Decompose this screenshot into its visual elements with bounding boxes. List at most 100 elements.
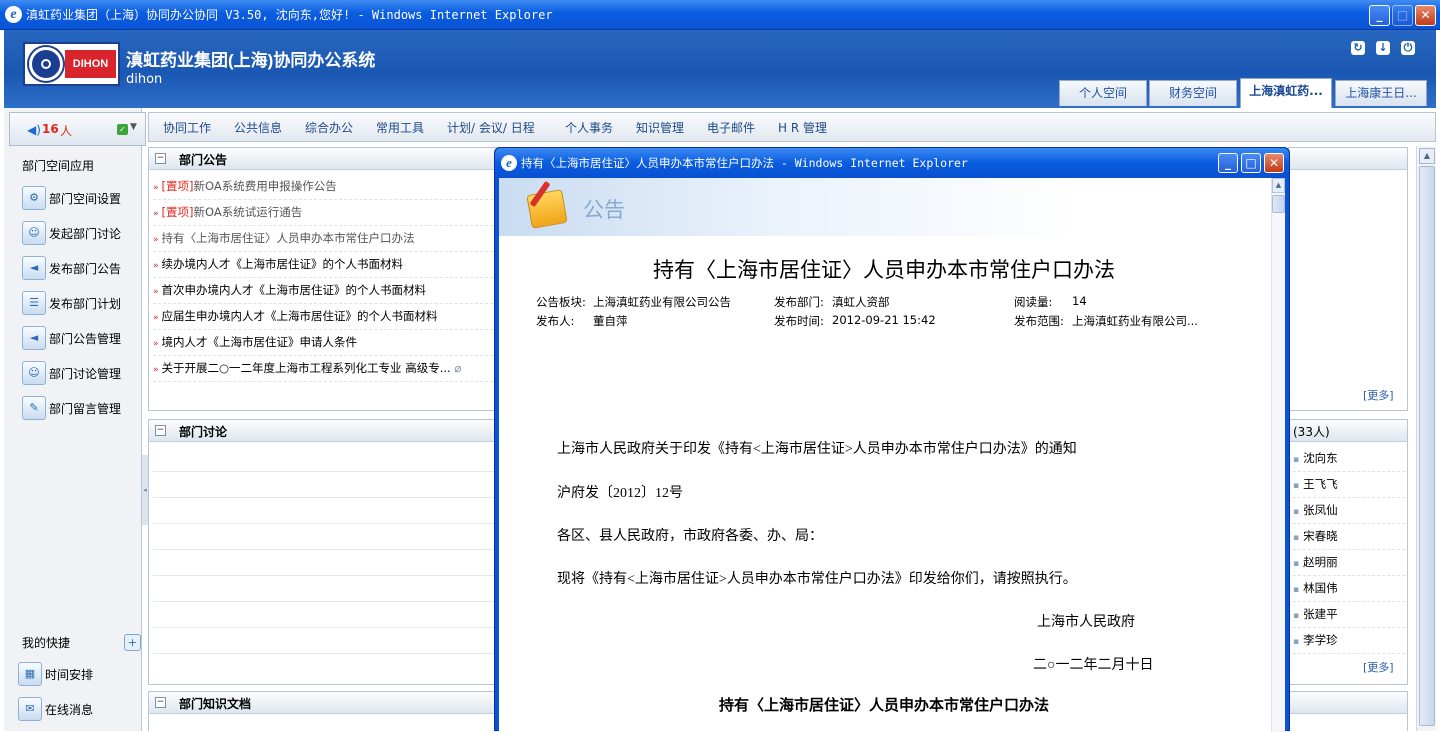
member-item[interactable]: ▪ 王飞飞 (1293, 472, 1405, 498)
collapse-icon[interactable]: − (155, 425, 166, 436)
more-link[interactable]: [更多] (1363, 387, 1394, 403)
speaker-icon: ◀) (27, 123, 41, 137)
list-item[interactable]: » 续办境内人才《上海市居住证》的个人书面材料 (153, 252, 493, 278)
document-title: 持有〈上海市居住证〉人员申办本市常住户口办法 (653, 258, 1115, 282)
member-count: (33人) (1293, 425, 1330, 439)
tab-finance-space[interactable]: 财务空间 (1149, 80, 1237, 106)
scroll-thumb[interactable] (1272, 195, 1285, 213)
ie-logo-icon: e (501, 155, 517, 171)
table-row (153, 446, 497, 472)
settings-icon: ⚙ (22, 186, 46, 210)
popup-close-button[interactable]: ✕ (1264, 153, 1284, 173)
panel-header: (33人) (1289, 420, 1407, 442)
download-icon[interactable]: ↓ (1376, 41, 1390, 55)
list-item[interactable]: » 应届生申办境内人才《上海市居住证》的个人书面材料 (153, 304, 493, 330)
paragraph: 现将《持有<上海市居住证>人员申办本市常住户口办法》印发给你们，请按照执行。 (557, 572, 1077, 587)
sidebar-item-announcement-management[interactable]: ◄ 部门公告管理 (20, 325, 140, 353)
notice-banner: 公告 (499, 178, 1269, 236)
signer: 上海市人民政府 (1037, 615, 1135, 630)
online-users[interactable]: ◀) 16 人 ✓ ▼ (9, 112, 146, 146)
main-scrollbar[interactable]: ▲ (1416, 146, 1436, 731)
paragraph: 沪府发〔2012〕12号 (557, 486, 683, 501)
sidebar-item-start-discussion[interactable]: ☺ 发起部门讨论 (20, 220, 140, 248)
collapse-icon[interactable]: − (155, 697, 166, 708)
collapse-icon[interactable]: − (155, 153, 166, 164)
message-icon: ✎ (22, 396, 46, 420)
app-header: DIHON 滇虹药业集团(上海)协同办公系统 dihon ↻ ↓ ⏻ 个人空间 … (4, 30, 1436, 108)
status-icon[interactable]: ✓ (117, 124, 128, 135)
right-top-panel: [更多] (1288, 147, 1408, 411)
member-item[interactable]: ▪ 宋春晓 (1293, 524, 1405, 550)
publisher-value: 董自萍 (593, 314, 628, 328)
quick-item-online-message[interactable]: ✉ 在线消息 (16, 696, 136, 724)
list-item[interactable]: » 境内人才《上海市居住证》申请人条件 (153, 330, 493, 356)
time-value: 2012-09-21 15:42 (832, 313, 936, 327)
menu-hr[interactable]: H R 管理 (778, 119, 827, 136)
discussion-manage-icon: ☺ (22, 361, 46, 385)
dept-value: 滇虹人资部 (832, 295, 890, 309)
list-item[interactable]: » 关于开展二○一二年度上海市工程系列化工专业 高级专... ⌀ (153, 356, 493, 382)
paragraph: 上海市人民政府关于印发《持有<上海市居住证>人员申办本市常住户口办法》的通知 (557, 442, 1077, 457)
window-title: 滇虹药业集团（上海）协同办公协同 V3.50, 沈向东,您好! - Window… (26, 8, 553, 22)
system-subtitle: dihon (126, 72, 163, 87)
issue-date: 二○一二年二月十日 (1033, 658, 1154, 673)
close-button[interactable]: ✕ (1415, 5, 1436, 26)
menu-knowledge[interactable]: 知识管理 (636, 119, 684, 136)
list-item[interactable]: » [置项]新OA系统费用申报操作公告 (153, 174, 493, 200)
menu-email[interactable]: 电子邮件 (707, 119, 755, 136)
logout-icon[interactable]: ⏻ (1401, 41, 1415, 55)
panel-title: 部门知识文档 (179, 697, 252, 711)
popup-scrollbar[interactable]: ▲ (1271, 178, 1285, 732)
chevron-down-icon[interactable]: ▼ (130, 122, 137, 132)
sidebar-item-space-settings[interactable]: ⚙ 部门空间设置 (20, 185, 140, 213)
menu-collaboration[interactable]: 协同工作 (163, 119, 211, 136)
menu-general-office[interactable]: 综合办公 (305, 119, 353, 136)
quick-add-icon[interactable]: + (124, 634, 141, 651)
popup-maximize-button[interactable]: □ (1241, 153, 1261, 173)
refresh-icon[interactable]: ↻ (1351, 41, 1365, 55)
discussion-panel: − 部门讨论 (148, 419, 500, 685)
attachment-icon: ⌀ (450, 361, 462, 375)
main-menu-bar: 协同工作 公共信息 综合办公 常用工具 计划/ 会议/ 日程 个人事务 知识管理… (148, 112, 1436, 142)
popup-title: 持有〈上海市居住证〉人员申办本市常住户口办法 - Windows Interne… (521, 156, 968, 170)
sidebar-item-discussion-management[interactable]: ☺ 部门讨论管理 (20, 360, 140, 388)
sidebar-item-message-management[interactable]: ✎ 部门留言管理 (20, 395, 140, 423)
member-item[interactable]: ▪ 张凤仙 (1293, 498, 1405, 524)
list-item[interactable]: » [置项]新OA系统试运行通告 (153, 200, 493, 226)
tab-personal-space[interactable]: 个人空间 (1059, 80, 1147, 106)
list-item[interactable]: » 首次申办境内人才《上海市居住证》的个人书面材料 (153, 278, 493, 304)
member-item[interactable]: ▪ 李学珍 (1293, 628, 1405, 654)
popup-minimize-button[interactable]: _ (1218, 153, 1238, 173)
quick-item-schedule[interactable]: ▦ 时间安排 (16, 661, 136, 689)
menu-common-tools[interactable]: 常用工具 (376, 119, 424, 136)
tab-shanghai-kangwang[interactable]: 上海康王日... (1335, 80, 1427, 106)
sidebar-item-publish-plan[interactable]: ☰ 发布部门计划 (20, 290, 140, 318)
scroll-up-icon[interactable]: ▲ (1419, 148, 1435, 164)
member-item[interactable]: ▪ 林国伟 (1293, 576, 1405, 602)
sidebar-header: 部门空间应用 (22, 159, 95, 173)
maximize-button[interactable]: □ (1392, 5, 1413, 26)
menu-plan-meeting-schedule[interactable]: 计划/ 会议/ 日程 (447, 119, 535, 136)
minimize-button[interactable]: _ (1369, 5, 1390, 26)
menu-personal-affairs[interactable]: 个人事务 (565, 119, 613, 136)
member-item[interactable]: ▪ 沈向东 (1293, 446, 1405, 472)
scroll-up-icon[interactable]: ▲ (1272, 178, 1285, 193)
panel-title: 部门公告 (179, 153, 228, 167)
knowledge-panel: − 部门知识文档 (148, 691, 500, 731)
more-link[interactable]: [更多] (1363, 659, 1394, 675)
announcement-popup-window: e 持有〈上海市居住证〉人员申办本市常住户口办法 - Windows Inter… (494, 147, 1290, 732)
list-item[interactable]: » 持有〈上海市居住证〉人员申办本市常住户口办法 (153, 226, 493, 252)
sidebar-item-publish-announcement[interactable]: ◄ 发布部门公告 (20, 255, 140, 283)
member-item[interactable]: ▪ 赵明丽 (1293, 550, 1405, 576)
menu-public-info[interactable]: 公共信息 (234, 119, 282, 136)
banner-title: 公告 (583, 198, 625, 222)
scope-label: 发布范围: (1014, 314, 1064, 328)
calendar-icon: ▦ (18, 662, 42, 686)
scroll-thumb[interactable] (1419, 166, 1435, 726)
logo-emblem-icon (29, 47, 63, 81)
panel-header: − 部门公告 (149, 148, 499, 170)
tab-shanghai-dihon[interactable]: 上海滇虹药... (1240, 78, 1332, 108)
member-item[interactable]: ▪ 张建平 (1293, 602, 1405, 628)
reads-value: 14 (1072, 294, 1087, 308)
megaphone-icon: ◄ (22, 256, 46, 280)
